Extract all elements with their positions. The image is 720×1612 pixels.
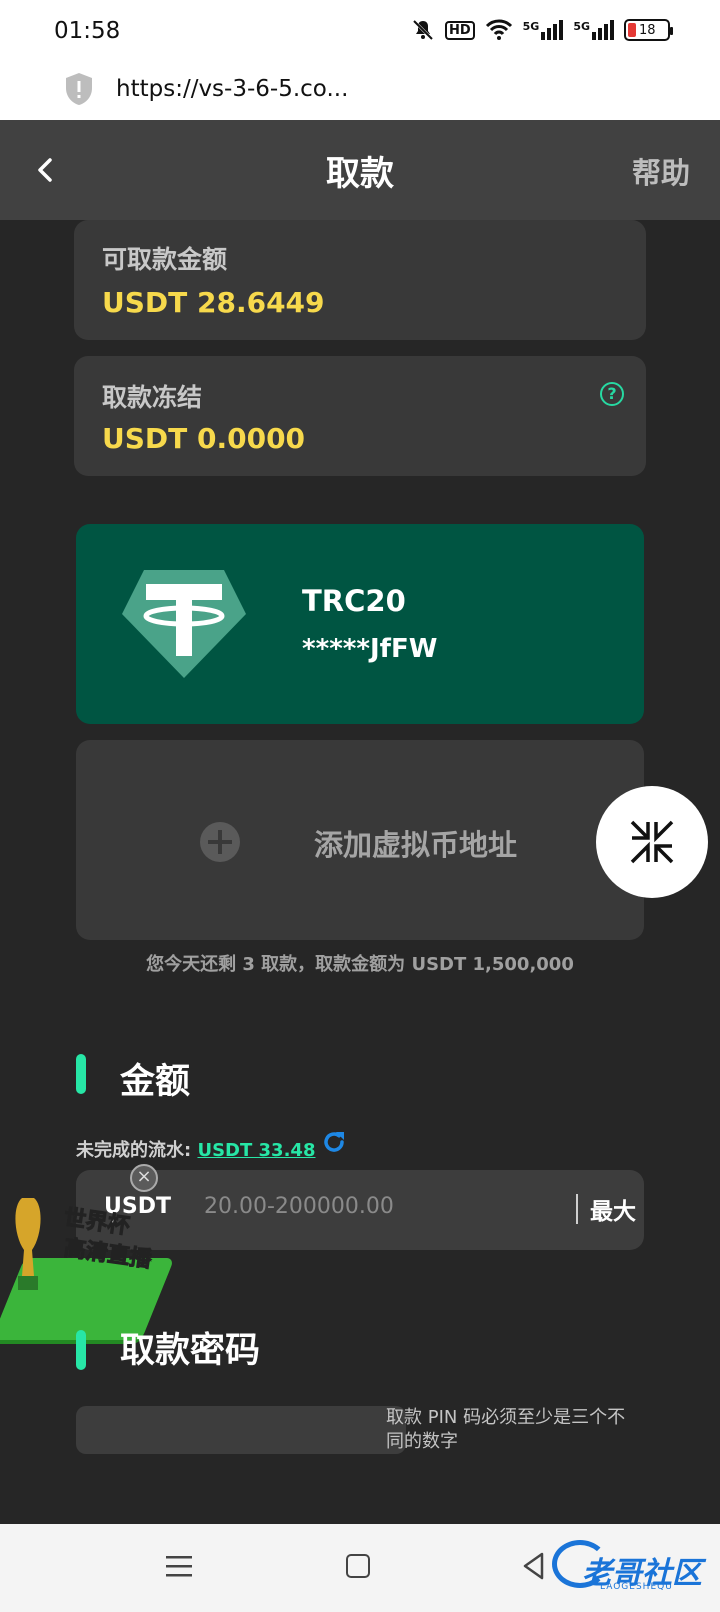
collapse-arrows-icon bbox=[630, 820, 674, 864]
wallet-card[interactable]: TRC20 *****JfFW bbox=[76, 524, 644, 724]
watermark-logo: 老哥社区 LAOGESHEQU bbox=[552, 1538, 712, 1598]
watermark-subtext: LAOGESHEQU bbox=[600, 1582, 673, 1592]
home-icon[interactable] bbox=[346, 1554, 370, 1578]
turnover-link[interactable]: USDT 33.48 bbox=[197, 1140, 315, 1161]
page-header: 取款 帮助 bbox=[0, 120, 720, 220]
wallet-network: TRC20 bbox=[302, 584, 406, 618]
system-nav-bar: 老哥社区 LAOGESHEQU bbox=[0, 1524, 720, 1612]
collapse-fab[interactable] bbox=[596, 786, 708, 898]
status-icons: HD 5G 5G 18 bbox=[411, 18, 673, 42]
divider bbox=[576, 1194, 578, 1224]
section-accent-bar bbox=[76, 1054, 86, 1094]
tether-logo-icon bbox=[122, 570, 246, 678]
url-text[interactable]: https://vs-3-6-5.co... bbox=[116, 76, 348, 102]
signal-icon-2: 5G bbox=[573, 20, 614, 40]
page-title: 取款 bbox=[326, 154, 394, 194]
shield-icon bbox=[66, 73, 92, 105]
nav-back-icon[interactable] bbox=[522, 1552, 546, 1580]
wallet-address: *****JfFW bbox=[302, 634, 438, 664]
mute-icon bbox=[412, 19, 434, 41]
help-button[interactable]: 帮助 bbox=[632, 150, 690, 192]
close-promo-icon[interactable]: × bbox=[130, 1164, 158, 1192]
status-bar: 01:58 HD 5G 5G 18 bbox=[0, 0, 720, 62]
hd-icon: HD bbox=[444, 20, 475, 40]
max-button[interactable]: 最大 bbox=[590, 1192, 636, 1226]
refresh-icon[interactable] bbox=[320, 1128, 348, 1156]
frozen-label: 取款冻结 bbox=[102, 383, 203, 412]
turnover-label: 未完成的流水: bbox=[76, 1140, 198, 1161]
withdraw-limits-info: 您今天还剩 3 取款，取款金额为 USDT 1,500,000 bbox=[146, 954, 574, 975]
trophy-icon bbox=[15, 1198, 41, 1290]
amount-input[interactable]: 20.00-200000.00 bbox=[204, 1194, 394, 1219]
pin-input[interactable] bbox=[76, 1406, 406, 1454]
question-icon[interactable]: ? bbox=[600, 382, 624, 406]
available-label: 可取款金额 bbox=[102, 245, 228, 274]
pin-hint: 取款 PIN 码必须至少是三个不同的数字 bbox=[386, 1407, 626, 1452]
frozen-balance-card: 取款冻结 USDT 0.0000 ? bbox=[74, 356, 646, 476]
battery-icon: 18 bbox=[624, 19, 673, 41]
browser-url-bar[interactable]: https://vs-3-6-5.co... bbox=[0, 62, 720, 120]
pin-section-title: 取款密码 bbox=[120, 1331, 261, 1371]
add-address-button[interactable]: 添加虚拟币地址 bbox=[76, 740, 644, 940]
menu-icon[interactable] bbox=[166, 1554, 192, 1578]
amount-section-title: 金额 bbox=[120, 1062, 191, 1102]
plus-icon bbox=[200, 822, 240, 862]
available-balance-card: 可取款金额 USDT 28.6449 bbox=[74, 220, 646, 340]
frozen-value: USDT 0.0000 bbox=[102, 422, 306, 455]
wifi-icon bbox=[485, 19, 512, 40]
status-time: 01:58 bbox=[54, 18, 121, 44]
signal-icon-1: 5G bbox=[523, 20, 564, 40]
available-value: USDT 28.6449 bbox=[102, 286, 325, 319]
add-address-label: 添加虚拟币地址 bbox=[314, 828, 518, 862]
section-accent-bar bbox=[76, 1330, 86, 1370]
turnover-row: 未完成的流水: USDT 33.48 bbox=[76, 1136, 315, 1162]
